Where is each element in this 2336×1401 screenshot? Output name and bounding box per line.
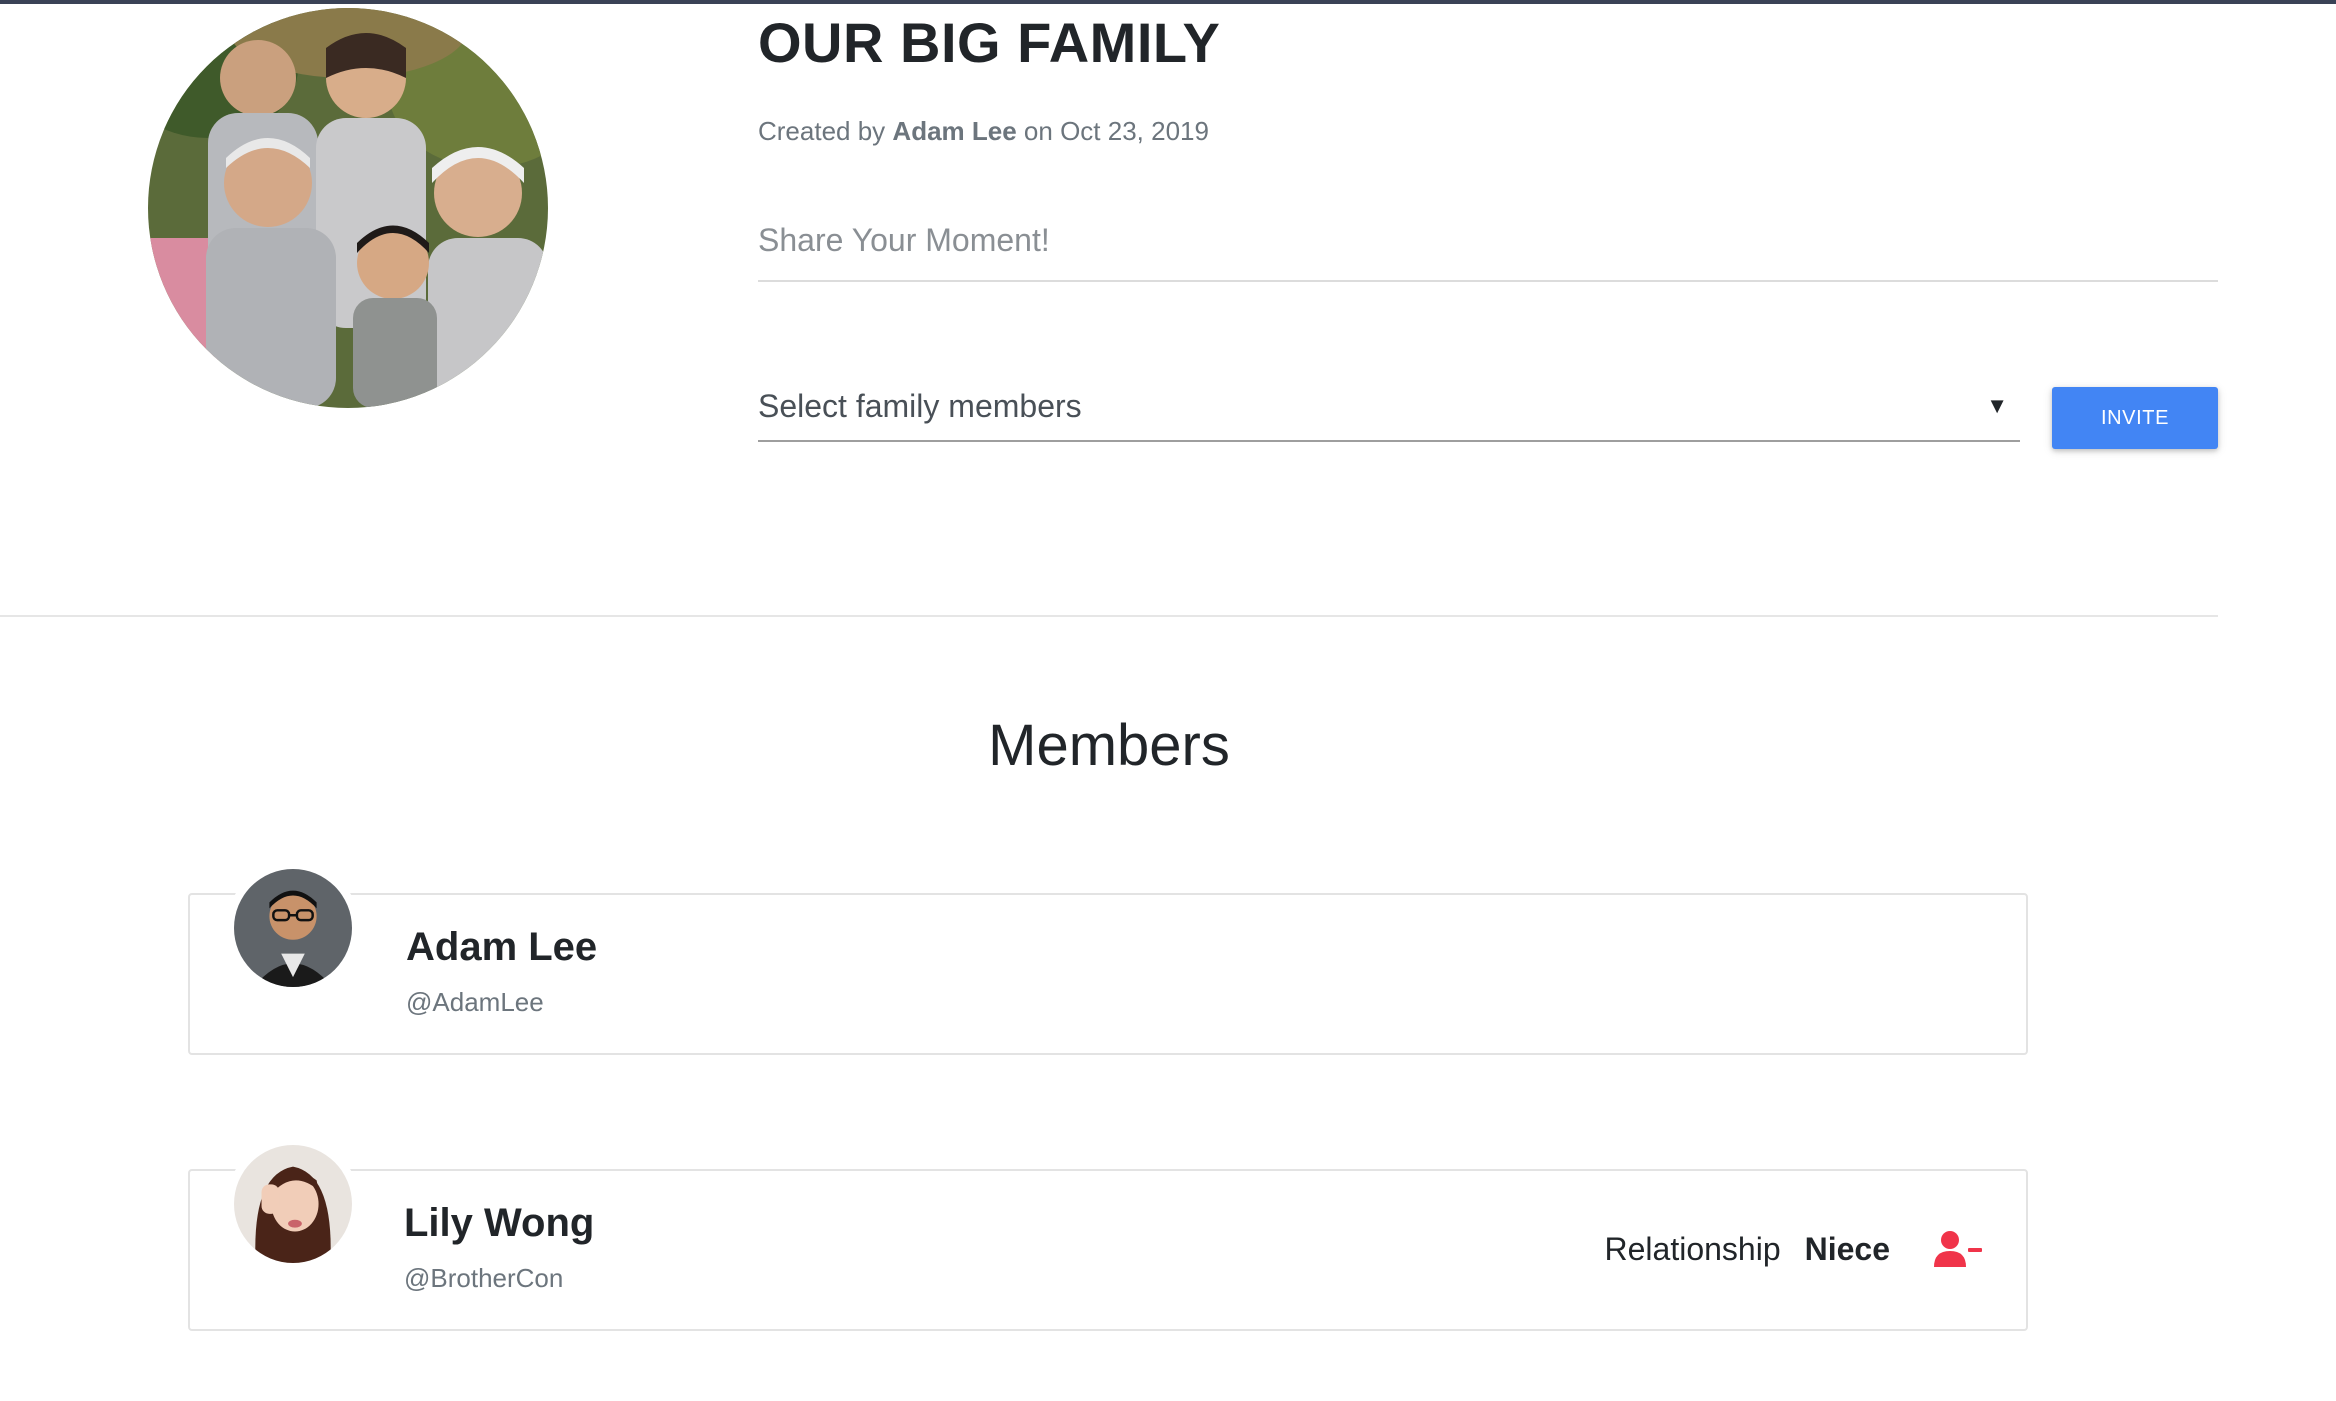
creator-name: Adam Lee (892, 116, 1017, 146)
invite-button[interactable]: INVITE (2052, 387, 2218, 449)
avatar (234, 1145, 352, 1263)
family-members-select[interactable]: Select family members ▼ (758, 372, 2020, 442)
relationship-value: Niece (1804, 1231, 1890, 1267)
created-prefix: Created by (758, 116, 886, 146)
relationship-label: Relationship (1604, 1231, 1781, 1267)
member-card: Adam Lee @AdamLee (188, 869, 2028, 1055)
member-name: Adam Lee (406, 925, 598, 969)
user-minus-icon[interactable] (1934, 1229, 1982, 1269)
members-heading: Members (988, 713, 1230, 778)
created-by-line: Created by Adam Lee on Oct 23, 2019 (758, 116, 1209, 147)
share-moment-input[interactable] (758, 200, 2218, 282)
avatar (234, 869, 352, 987)
created-mid: on (1023, 116, 1053, 146)
group-title: OUR BIG FAMILY (758, 11, 1221, 74)
member-name: Lily Wong (404, 1201, 595, 1245)
family-group-photo (148, 8, 548, 408)
select-value: Select family members (758, 387, 1082, 424)
member-card: Lily Wong @BrotherCon Relationship Niece (188, 1145, 2028, 1331)
top-strip (0, 0, 2336, 4)
member-handle: @AdamLee (406, 987, 544, 1017)
created-date: Oct 23, 2019 (1060, 116, 1209, 146)
relationship-info: Relationship Niece (1605, 1231, 1891, 1268)
section-divider (0, 615, 2218, 617)
member-handle: @BrotherCon (404, 1263, 564, 1293)
caret-down-icon: ▼ (1986, 393, 2008, 418)
